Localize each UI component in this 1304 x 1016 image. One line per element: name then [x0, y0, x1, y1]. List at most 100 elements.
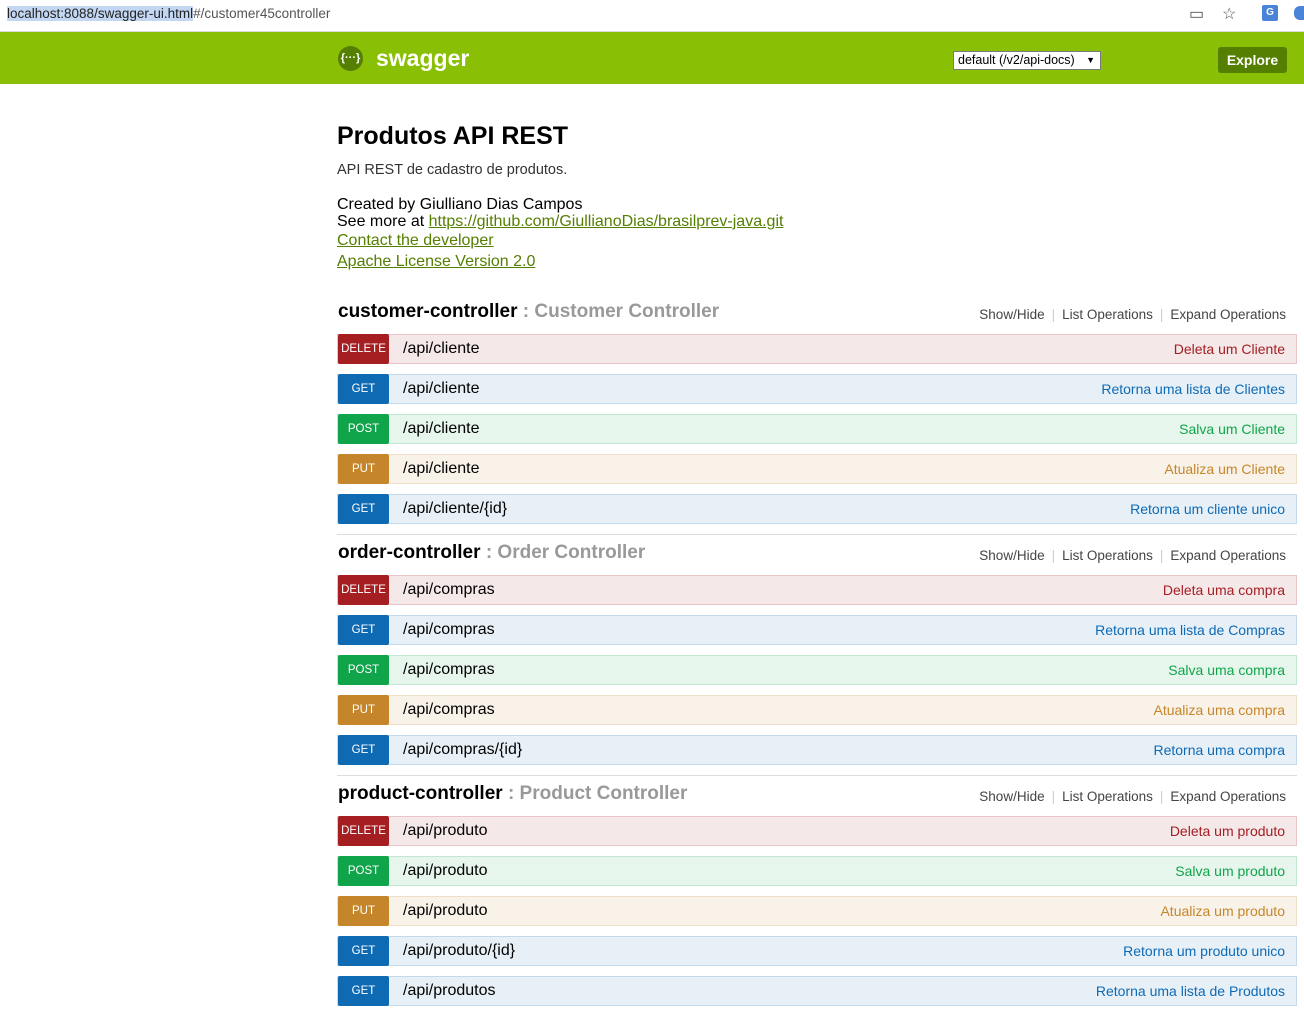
- operation-row[interactable]: POST/api/cliente Salva um Cliente: [337, 414, 1297, 444]
- url-field[interactable]: localhost:8088/swagger-ui.html#/customer…: [7, 6, 330, 21]
- resource-title[interactable]: customer-controller : Customer Controlle…: [338, 301, 719, 323]
- http-method-badge: GET: [338, 374, 389, 404]
- browser-address-bar: localhost:8088/swagger-ui.html#/customer…: [0, 0, 1304, 32]
- operation-row[interactable]: POST/api/produto Salva um produto: [337, 856, 1297, 886]
- list-operations-link[interactable]: List Operations: [1062, 548, 1153, 563]
- http-method-badge: PUT: [338, 896, 389, 926]
- extension-icon[interactable]: [1294, 6, 1304, 20]
- http-method-badge: POST: [338, 414, 389, 444]
- resource-product-controller: product-controller : Product Controller …: [337, 776, 1297, 1016]
- operation-summary: Retorna uma lista de Clientes: [1101, 381, 1285, 397]
- operation-summary: Salva um Cliente: [1179, 421, 1285, 437]
- expand-operations-link[interactable]: Expand Operations: [1170, 548, 1286, 563]
- operation-row[interactable]: DELETE/api/produto Deleta um produto: [337, 816, 1297, 846]
- api-spec-select-value: default (/v2/api-docs): [958, 53, 1075, 67]
- endpoint-path: /api/produtos: [403, 982, 496, 999]
- swagger-logo-icon: {···}: [338, 46, 363, 71]
- operation-row[interactable]: GET/api/compras Retorna uma lista de Comp…: [337, 615, 1297, 645]
- resource-title[interactable]: order-controller : Order Controller: [338, 542, 645, 564]
- endpoint-path: /api/cliente: [403, 460, 480, 477]
- endpoint-path: /api/compras/{id}: [403, 741, 523, 758]
- http-method-badge: GET: [338, 936, 389, 966]
- resource-heading: order-controller : Order Controller Show…: [337, 535, 1297, 575]
- contact-developer-link[interactable]: Contact the developer: [337, 230, 1297, 251]
- http-method-badge: POST: [338, 655, 389, 685]
- url-fragment: #/customer45controller: [193, 6, 331, 21]
- operation-summary: Atualiza uma compra: [1153, 702, 1285, 718]
- resource-title[interactable]: product-controller : Product Controller: [338, 783, 687, 805]
- list-operations-link[interactable]: List Operations: [1062, 307, 1153, 322]
- show-hide-link[interactable]: Show/Hide: [979, 307, 1044, 322]
- see-more-prefix: See more at: [337, 213, 429, 230]
- operation-summary: Deleta um Cliente: [1173, 341, 1285, 357]
- api-description: API REST de cadastro de produtos.: [337, 162, 568, 178]
- resource-name: customer-controller: [338, 301, 518, 322]
- resource-customer-controller: customer-controller : Customer Controlle…: [337, 294, 1297, 535]
- expand-operations-link[interactable]: Expand Operations: [1170, 789, 1286, 804]
- operation-row[interactable]: GET/api/produto/{id} Retorna um produto u…: [337, 936, 1297, 966]
- action-divider: |: [1159, 548, 1164, 563]
- resource-description: : Product Controller: [507, 783, 688, 804]
- resource-heading: customer-controller : Customer Controlle…: [337, 294, 1297, 334]
- github-link[interactable]: https://github.com/GiullianoDias/brasilp…: [429, 213, 784, 230]
- api-info: Produtos API REST API REST de cadastro d…: [337, 121, 1297, 272]
- operation-row[interactable]: GET/api/cliente/{id} Retorna um cliente u…: [337, 494, 1297, 524]
- operation-summary: Retorna um cliente unico: [1130, 501, 1285, 517]
- explore-button[interactable]: Explore: [1218, 47, 1287, 73]
- resource-heading: product-controller : Product Controller …: [337, 776, 1297, 816]
- endpoint-path: /api/cliente: [403, 380, 480, 397]
- operation-summary: Salva um produto: [1175, 863, 1285, 879]
- http-method-badge: GET: [338, 494, 389, 524]
- http-method-badge: POST: [338, 856, 389, 886]
- http-method-badge: GET: [338, 735, 389, 765]
- license-link[interactable]: Apache License Version 2.0: [337, 251, 1297, 272]
- operation-summary: Retorna uma compra: [1153, 742, 1285, 758]
- list-operations-link[interactable]: List Operations: [1062, 789, 1153, 804]
- install-app-icon[interactable]: ▭: [1189, 4, 1204, 24]
- endpoint-path: /api/produto: [403, 862, 488, 879]
- operation-row[interactable]: GET/api/cliente Retorna uma lista de Clie…: [337, 374, 1297, 404]
- endpoint-path: /api/cliente/{id}: [403, 500, 508, 517]
- brand-name: swagger: [376, 45, 470, 71]
- endpoint-path: /api/produto: [403, 902, 488, 919]
- operation-row[interactable]: PUT/api/compras Atualiza uma compra: [337, 695, 1297, 725]
- http-method-badge: DELETE: [338, 334, 389, 364]
- created-by: Created by Giulliano Dias Campos: [337, 196, 583, 213]
- resource-order-controller: order-controller : Order Controller Show…: [337, 535, 1297, 776]
- operation-summary: Deleta um produto: [1169, 823, 1285, 839]
- page-title: Produtos API REST: [337, 122, 569, 150]
- endpoint-path: /api/compras: [403, 581, 495, 598]
- show-hide-link[interactable]: Show/Hide: [979, 789, 1044, 804]
- operation-summary: Retorna um produto unico: [1123, 943, 1285, 959]
- http-method-badge: DELETE: [338, 816, 389, 846]
- resource-actions: Show/Hide | List Operations | Expand Operati…: [979, 307, 1286, 322]
- http-method-badge: PUT: [338, 695, 389, 725]
- operation-row[interactable]: PUT/api/produto Atualiza um produto: [337, 896, 1297, 926]
- operation-row[interactable]: DELETE/api/cliente Deleta um Cliente: [337, 334, 1297, 364]
- operation-row[interactable]: GET/api/produtos Retorna uma lista de Pro…: [337, 976, 1297, 1006]
- swagger-header: {···} swagger default (/v2/api-docs) ▼ E…: [0, 32, 1304, 84]
- http-method-badge: GET: [338, 615, 389, 645]
- http-method-badge: PUT: [338, 454, 389, 484]
- operation-row[interactable]: GET/api/compras/{id} Retorna uma compra: [337, 735, 1297, 765]
- operation-summary: Atualiza um Cliente: [1164, 461, 1285, 477]
- operation-row[interactable]: PUT/api/cliente Atualiza um Cliente: [337, 454, 1297, 484]
- bookmark-star-icon[interactable]: ☆: [1222, 4, 1236, 24]
- operation-row[interactable]: DELETE/api/compras Deleta uma compra: [337, 575, 1297, 605]
- endpoint-path: /api/cliente: [403, 420, 480, 437]
- action-divider: |: [1159, 789, 1164, 804]
- operation-row[interactable]: POST/api/compras Salva uma compra: [337, 655, 1297, 685]
- http-method-badge: DELETE: [338, 575, 389, 605]
- resource-name: product-controller: [338, 783, 503, 804]
- action-divider: |: [1051, 789, 1056, 804]
- url-selected-text: localhost:8088/swagger-ui.html: [7, 6, 194, 21]
- operation-summary: Retorna uma lista de Produtos: [1095, 983, 1285, 999]
- show-hide-link[interactable]: Show/Hide: [979, 548, 1044, 563]
- http-method-badge: GET: [338, 976, 389, 1006]
- translate-extension-icon[interactable]: G: [1262, 5, 1278, 21]
- operation-summary: Salva uma compra: [1168, 662, 1285, 678]
- expand-operations-link[interactable]: Expand Operations: [1170, 307, 1286, 322]
- operation-summary: Retorna uma lista de Compras: [1095, 622, 1285, 638]
- resource-description: : Customer Controller: [522, 301, 720, 322]
- api-spec-select[interactable]: default (/v2/api-docs) ▼: [953, 51, 1101, 70]
